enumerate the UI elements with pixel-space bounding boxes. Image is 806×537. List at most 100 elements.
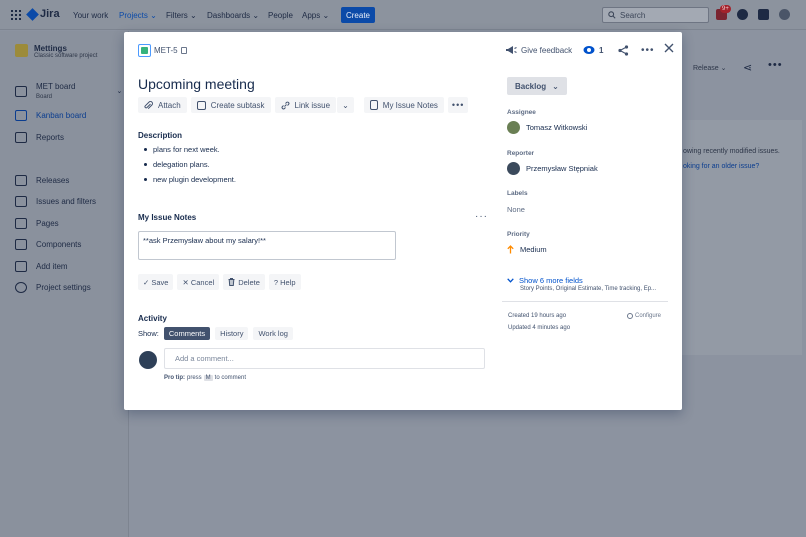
- link-icon: [281, 101, 289, 109]
- board-selector[interactable]: MET board Board ⌄: [15, 82, 122, 100]
- tab-comments[interactable]: Comments: [163, 327, 211, 340]
- link-issue-dropdown[interactable]: ⌄: [337, 97, 354, 113]
- configure-label: Configure: [635, 313, 662, 319]
- nav-your-work[interactable]: Your work: [73, 11, 108, 20]
- assignee-label: Assignee: [507, 109, 536, 116]
- show-more-fields[interactable]: Show 6 more fields: [507, 276, 583, 285]
- reporter-field[interactable]: Przemysław Stępniak: [507, 162, 598, 175]
- notes-icon: [369, 100, 378, 110]
- jira-logo[interactable]: Jira: [26, 7, 60, 21]
- issue-title[interactable]: Upcoming meeting: [138, 76, 255, 92]
- help-icon[interactable]: [737, 9, 748, 20]
- nav-projects[interactable]: Projects ⌄: [119, 11, 157, 20]
- watch-button[interactable]: 1: [583, 45, 603, 55]
- priority-value: Medium: [520, 245, 547, 254]
- older-issue-link[interactable]: oking for an older issue?: [683, 163, 759, 170]
- labels-field[interactable]: None: [507, 205, 525, 214]
- configure-button[interactable]: Configure: [627, 313, 661, 319]
- releases-icon: [15, 175, 27, 186]
- save-button[interactable]: ✓ Save: [138, 274, 174, 290]
- sidebar-item-add-item[interactable]: Add item: [15, 261, 68, 272]
- notes-more-button[interactable]: ···: [475, 211, 488, 222]
- sidebar-item-label: Reports: [36, 133, 65, 142]
- issue-key[interactable]: MET-5: [154, 46, 178, 55]
- profile-avatar[interactable]: [779, 9, 790, 20]
- create-button[interactable]: Create: [341, 7, 375, 23]
- tab-work-log[interactable]: Work log: [253, 327, 293, 340]
- pro-tip: Pro tip: press M to comment: [164, 375, 246, 381]
- share-icon: [618, 45, 629, 56]
- sidebar-item-label: Pages: [36, 219, 59, 228]
- link-issue-button[interactable]: Link issue: [274, 97, 337, 113]
- notification-badge: 9+: [720, 5, 731, 13]
- description-heading: Description: [138, 131, 183, 140]
- show-more-label: Show 6 more fields: [519, 276, 583, 285]
- sidebar-item-pages[interactable]: Pages: [15, 218, 59, 229]
- status-label: Backlog: [515, 81, 547, 91]
- help-button[interactable]: ? Help: [268, 274, 301, 290]
- nav-people[interactable]: People: [268, 11, 293, 20]
- more-toolbar-button[interactable]: •••: [447, 97, 469, 113]
- nav-apps[interactable]: Apps ⌄: [302, 11, 329, 20]
- cancel-button[interactable]: ✕ Cancel: [177, 274, 220, 290]
- divider: [502, 301, 668, 302]
- issue-breadcrumb[interactable]: MET-5: [138, 44, 187, 57]
- link-issue-group: Link issue ⌄: [274, 97, 354, 113]
- activity-heading: Activity: [138, 314, 167, 323]
- gear-icon: [15, 282, 27, 293]
- comment-input[interactable]: Add a comment...: [164, 348, 485, 369]
- project-header[interactable]: Mettings Classic software project: [15, 44, 97, 59]
- sidebar-item-reports[interactable]: Reports: [15, 132, 64, 143]
- more-icon[interactable]: •••: [768, 59, 783, 71]
- status-button[interactable]: Backlog ⌄: [507, 77, 567, 95]
- search-input[interactable]: Search: [602, 7, 709, 23]
- close-button[interactable]: [664, 43, 674, 53]
- project-avatar: [15, 44, 28, 57]
- project-name: Mettings: [34, 44, 67, 53]
- updated-time: Updated 4 minutes ago: [508, 325, 571, 331]
- description-item: plans for next week.: [144, 142, 236, 157]
- my-issue-notes-button[interactable]: My Issue Notes: [363, 97, 444, 113]
- sidebar-item-label: Issues and filters: [36, 197, 97, 206]
- sidebar-item-kanban-board[interactable]: Kanban board: [15, 110, 86, 121]
- nav-dashboards[interactable]: Dashboards ⌄: [207, 11, 259, 20]
- sidebar-item-label: Releases: [36, 176, 70, 185]
- sidebar-item-releases[interactable]: Releases: [15, 175, 69, 186]
- more-actions-button[interactable]: •••: [641, 45, 655, 56]
- assignee-field[interactable]: Tomasz Witkowski: [507, 121, 587, 134]
- share-button[interactable]: [618, 45, 629, 56]
- paperclip-icon: [144, 100, 153, 109]
- tab-history[interactable]: History: [215, 327, 249, 340]
- created-time: Created 19 hours ago: [508, 313, 567, 319]
- copy-link-icon[interactable]: [180, 47, 187, 54]
- nav-filters[interactable]: Filters ⌄: [166, 11, 197, 20]
- pages-icon: [15, 218, 27, 229]
- reporter-name: Przemysław Stępniak: [526, 164, 598, 173]
- issue-toolbar: Attach Create subtask Link issue ⌄ My Is…: [138, 97, 469, 113]
- delete-button[interactable]: Delete: [223, 274, 265, 290]
- sidebar-item-issues-and-filters[interactable]: Issues and filters: [15, 196, 96, 207]
- sidebar-item-project-settings[interactable]: Project settings: [15, 282, 91, 293]
- more-icon: •••: [451, 100, 465, 110]
- settings-icon[interactable]: [758, 9, 769, 20]
- attach-button[interactable]: Attach: [138, 97, 187, 113]
- delete-label: Delete: [238, 277, 260, 287]
- app-switcher-icon[interactable]: [11, 10, 21, 20]
- priority-medium-icon: [507, 245, 514, 254]
- give-feedback-button[interactable]: Give feedback: [505, 45, 572, 55]
- issues-icon: [15, 196, 27, 207]
- release-dropdown[interactable]: Release ⌄: [693, 64, 727, 72]
- sidebar-item-label: Add item: [36, 262, 68, 271]
- recent-issues-text: owing recently modified issues.: [683, 148, 780, 155]
- description-list[interactable]: plans for next week. delegation plans. n…: [144, 142, 236, 187]
- notes-textarea[interactable]: **ask Przemysław about my salary!**: [138, 231, 396, 260]
- reporter-label: Reporter: [507, 150, 535, 157]
- background-panel: [682, 120, 802, 355]
- create-subtask-label: Create subtask: [210, 100, 265, 110]
- create-subtask-button[interactable]: Create subtask: [190, 97, 271, 113]
- logo-text: Jira: [40, 8, 60, 20]
- share-icon[interactable]: ⋖: [743, 61, 752, 74]
- megaphone-icon: [506, 46, 517, 54]
- sidebar-item-components[interactable]: Components: [15, 239, 81, 250]
- priority-field[interactable]: Medium: [507, 245, 547, 254]
